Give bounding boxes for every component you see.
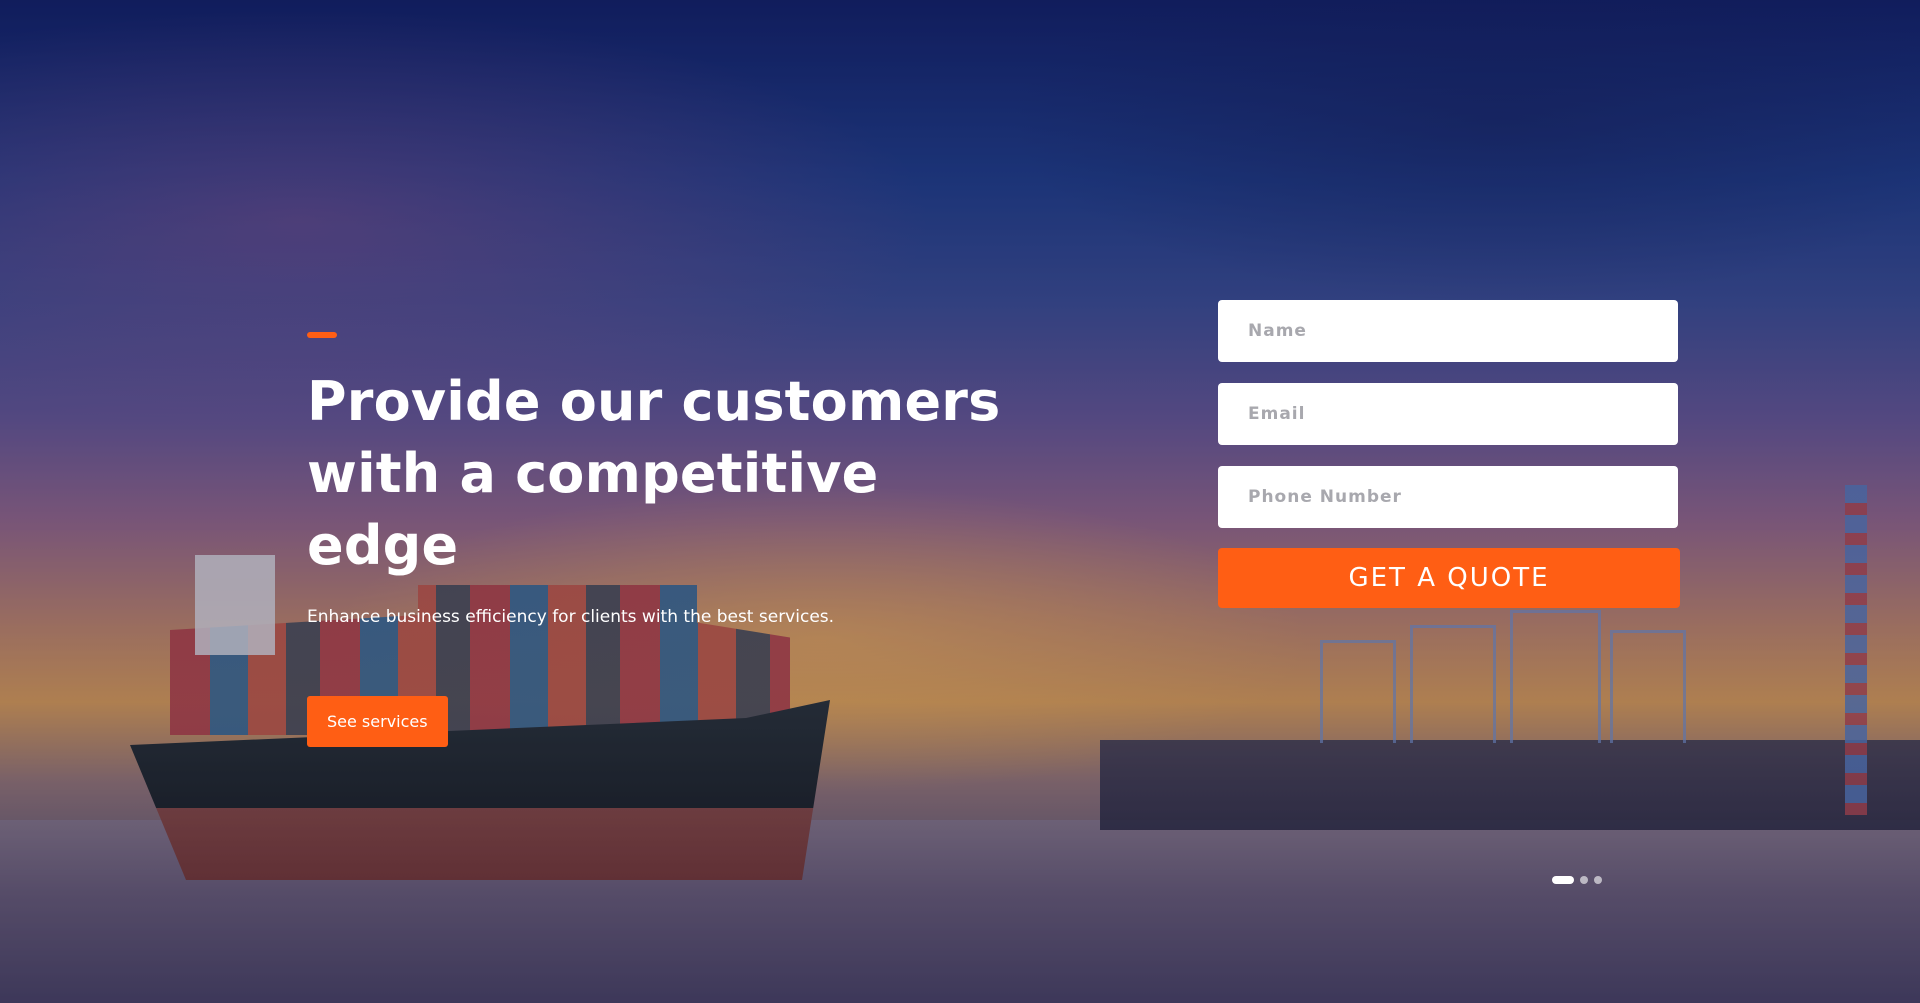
accent-bar: [307, 332, 337, 338]
slider-pagination: [1552, 876, 1602, 884]
slider-dot-2[interactable]: [1580, 876, 1588, 884]
hero-content: Provide our customers with a competitive…: [307, 332, 1007, 747]
name-input[interactable]: [1218, 300, 1678, 362]
email-input[interactable]: [1218, 383, 1678, 445]
see-services-button[interactable]: See services: [307, 696, 448, 747]
hero-section: Provide our customers with a competitive…: [0, 0, 1920, 1003]
slider-dot-1[interactable]: [1552, 876, 1574, 884]
hero-subtext: Enhance business efficiency for clients …: [307, 607, 835, 627]
hero-headline: Provide our customers with a competitive…: [307, 366, 1007, 582]
get-a-quote-button[interactable]: GET A QUOTE: [1218, 548, 1680, 608]
slider-dot-3[interactable]: [1594, 876, 1602, 884]
quote-form: GET A QUOTE: [1218, 300, 1680, 608]
hero-headline-line-1: Provide our customers: [307, 370, 1001, 433]
phone-number-input[interactable]: [1218, 466, 1678, 528]
hero-headline-line-2: with a competitive edge: [307, 442, 879, 577]
